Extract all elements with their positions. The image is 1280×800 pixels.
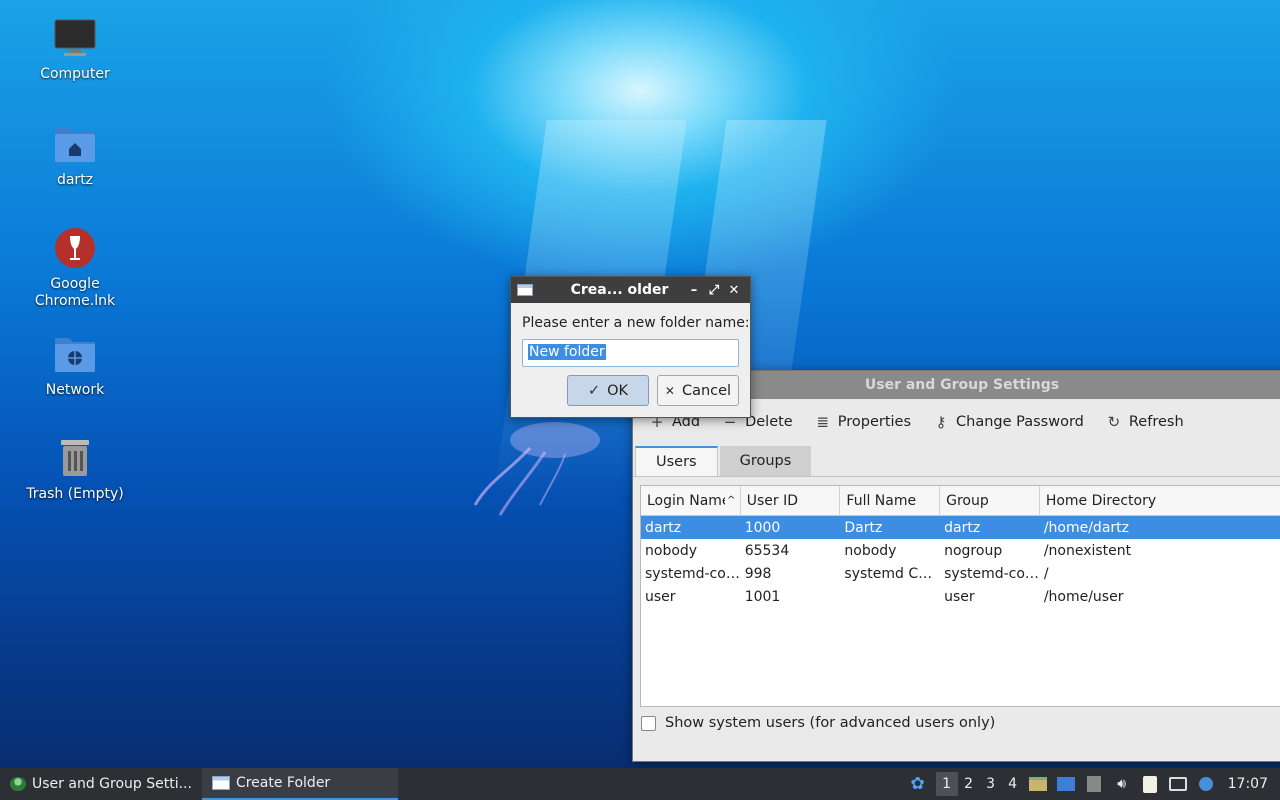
desktop-icon-label: Computer [40,66,110,82]
desktop-icon-computer[interactable]: Computer [20,16,130,83]
jellyfish-graphic [473,422,600,516]
volume-icon[interactable]: 🔊︎ [1111,774,1133,794]
notification-icon[interactable] [1195,774,1217,794]
desktop-icon-dartz[interactable]: dartz [20,122,130,189]
properties-button[interactable]: ≣ Properties [815,413,911,431]
cancel-button[interactable]: ✕ Cancel [657,375,739,406]
key-icon: ⚷ [935,413,947,431]
folder-name-selected-text: New folder [528,344,606,360]
menu-logo-icon[interactable]: ✿ [907,774,929,794]
network-folder-icon [53,332,97,376]
table-row[interactable]: nobody 65534 nobody nogroup /nonexistent [641,539,1280,562]
window-icon [211,776,230,790]
create-folder-dialog: Crea... older – ⤢ ✕ Please enter a new f… [510,276,751,418]
desktop-icon-label: Network [45,382,105,398]
column-group[interactable]: Group [940,486,1040,515]
taskbar-item-create-folder[interactable]: Create Folder [201,768,398,800]
users-app-icon [10,777,26,791]
column-login-name[interactable]: Login Name ^ [641,486,741,515]
taskbar: User and Group Setti... Create Folder ✿ … [0,768,1280,800]
table-row[interactable]: systemd-co… 998 systemd Co… systemd-co… … [641,562,1280,585]
refresh-button[interactable]: ↻ Refresh [1106,413,1184,431]
tab-groups[interactable]: Groups [719,446,812,476]
workspace-2[interactable]: 2 [958,772,980,796]
column-full-name[interactable]: Full Name [840,486,941,515]
eject-icon[interactable] [1083,774,1105,794]
window-title: User and Group Settings [864,377,1060,393]
workspace-1[interactable]: 1 [935,772,958,796]
taskbar-item-user-group-settings[interactable]: User and Group Setti... [0,768,202,800]
home-folder-icon [53,122,97,166]
workspace-4[interactable]: 4 [1002,772,1024,796]
dialog-prompt: Please enter a new folder name: [522,315,750,331]
table-row[interactable]: user 1001 user /home/user [641,585,1280,608]
maximize-button[interactable]: ⤢ [704,283,724,298]
tab-bar: Users Groups [633,445,1280,477]
column-user-id[interactable]: User ID [741,486,841,515]
table-row[interactable]: dartz 1000 Dartz dartz /home/dartz [641,516,1280,539]
window-icon [517,284,533,296]
desktop-icon-label: Trash (Empty) [26,486,124,502]
monitor-icon [53,16,97,60]
dialog-titlebar[interactable]: Crea... older – ⤢ ✕ [511,277,750,303]
tab-users[interactable]: Users [635,446,718,476]
change-password-button[interactable]: ⚷ Change Password [933,413,1084,431]
network-icon[interactable] [1167,774,1189,794]
workspace-3[interactable]: 3 [980,772,1002,796]
desktop-icon-label: dartz [56,172,94,188]
dialog-title: Crea... older [570,282,669,298]
clock[interactable]: 17:07 [1220,776,1280,792]
desktop-icon-label: Google Chrome.lnk [34,276,116,309]
desktop-icon[interactable] [1055,774,1077,794]
desktop-icon-chrome-lnk[interactable]: Google Chrome.lnk [20,226,130,310]
desktop-icon-trash[interactable]: Trash (Empty) [20,436,130,503]
list-icon: ≣ [816,413,830,431]
x-icon: ✕ [664,383,675,398]
user-group-settings-window: User and Group Settings + Add − Delete ≣ Pr… [632,370,1280,762]
close-button[interactable]: ✕ [724,283,744,298]
sort-ascending-icon: ^ [727,495,736,506]
ok-button[interactable]: ✓ OK [567,375,649,406]
show-system-users-checkbox[interactable] [641,715,656,731]
checkmark-icon: ✓ [587,382,601,399]
folder-name-input[interactable]: New folder [522,339,739,367]
wine-glass-icon [53,226,97,270]
table-header: Login Name ^ User ID Full Name Group Home… [641,486,1280,516]
show-system-users-toggle[interactable]: Show system users (for advanced users on… [641,715,995,731]
file-manager-icon[interactable] [1027,774,1049,794]
desktop-icon-network[interactable]: Network [20,332,130,399]
trash-icon [53,436,97,480]
refresh-icon: ↻ [1107,413,1121,431]
show-system-users-label: Show system users (for advanced users on… [665,715,996,731]
clipboard-icon[interactable] [1139,774,1161,794]
users-table: Login Name ^ User ID Full Name Group Home… [640,485,1280,707]
minimize-button[interactable]: – [684,283,704,298]
column-home-directory[interactable]: Home Directory [1040,486,1280,515]
